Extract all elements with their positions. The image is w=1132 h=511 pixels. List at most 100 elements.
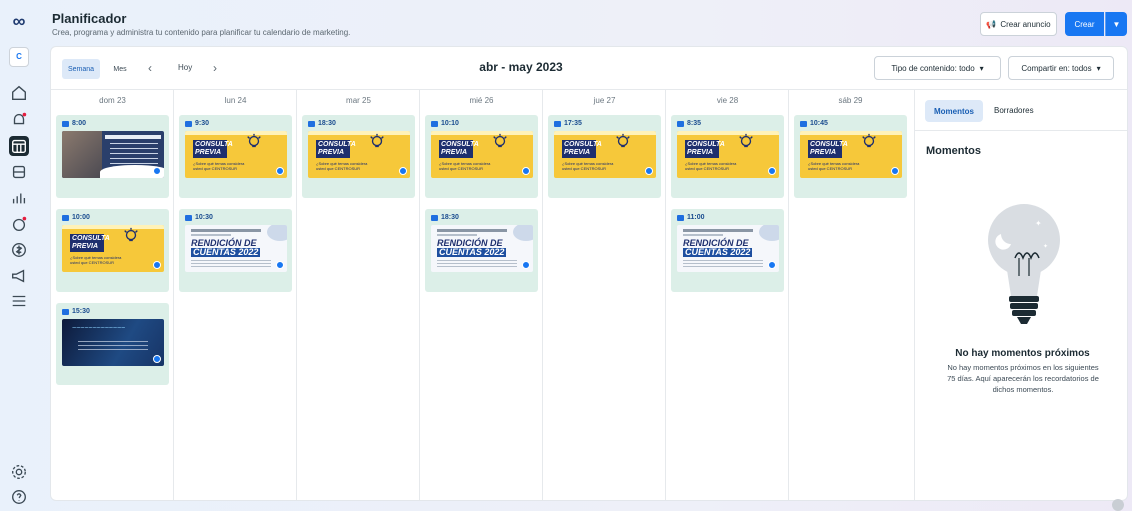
- facebook-icon: [522, 167, 530, 175]
- monetization-icon[interactable]: [9, 240, 29, 260]
- home-icon[interactable]: [9, 83, 29, 103]
- poster-caption: ¿Sobre qué temas considera usted que CEN…: [193, 161, 245, 171]
- menu-icon[interactable]: [9, 291, 29, 311]
- chevron-right-icon[interactable]: ›: [213, 61, 217, 75]
- lightbulb-icon: [124, 227, 138, 242]
- decor-shape: [759, 225, 779, 241]
- meta-logo-icon[interactable]: ∞: [9, 11, 29, 31]
- calendar-icon: [554, 120, 561, 127]
- calendar-icon: [185, 120, 192, 127]
- post-time: 10:30: [185, 214, 213, 221]
- scheduled-post-card[interactable]: 10:00 CONSULTA PREVIA ¿Sobre qué temas cons…: [56, 209, 169, 292]
- caret-down-icon: ▾: [979, 63, 984, 73]
- facebook-icon: [891, 167, 899, 175]
- scheduled-post-card[interactable]: 11:00 RENDICIÓN DE CUENTAS 2022: [671, 209, 784, 292]
- calendar-icon: [308, 120, 315, 127]
- megaphone-icon: 📢: [986, 19, 997, 29]
- facebook-icon: [153, 355, 161, 363]
- post-thumbnail: RENDICIÓN DE CUENTAS 2022: [431, 225, 533, 272]
- moments-panel: Momentos Borradores Momentos ✦ ✦ No hay …: [914, 89, 1127, 500]
- lightbulb-icon: [247, 133, 261, 148]
- scheduled-post-card[interactable]: 18:30 CONSULTA PREVIA ¿Sobre qué temas cons…: [302, 115, 415, 198]
- poster-script-line: ~~~~~~~~~~~~~: [72, 325, 126, 332]
- poster-line-2: PREVIA: [195, 149, 222, 156]
- post-thumbnail: RENDICIÓN DE CUENTAS 2022: [185, 225, 287, 272]
- calendar-icon: [431, 120, 438, 127]
- promote-icon[interactable]: [9, 266, 29, 286]
- chat-bubble-icon[interactable]: [1112, 499, 1124, 511]
- poster-details: [683, 260, 763, 268]
- post-time: 18:30: [431, 214, 459, 221]
- poster-heading-line: [105, 135, 161, 139]
- post-thumbnail: CONSULTA PREVIA ¿Sobre qué temas considera…: [62, 225, 164, 272]
- calendar-icon: [677, 120, 684, 127]
- poster-banner: CONSULTA PREVIA: [562, 140, 602, 158]
- post-time: 8:00: [62, 120, 86, 127]
- lightbulb-icon: [493, 133, 507, 148]
- view-month-button[interactable]: Mes: [104, 59, 136, 79]
- planner-panel: Semana Mes ‹ Hoy › abr - may 2023 Tipo d…: [50, 46, 1128, 501]
- day-header: jue 27: [593, 96, 616, 105]
- facebook-icon: [768, 261, 776, 269]
- poster-caption: ¿Sobre qué temas considera usted que CEN…: [562, 161, 614, 171]
- post-time-text: 8:35: [687, 120, 702, 127]
- scheduled-post-card[interactable]: 8:35 CONSULTA PREVIA ¿Sobre qué temas consi…: [671, 115, 784, 198]
- planner-toolbar: Semana Mes ‹ Hoy › abr - may 2023 Tipo d…: [51, 47, 1127, 89]
- scheduled-post-card[interactable]: 10:45 CONSULTA PREVIA ¿Sobre qué temas cons…: [794, 115, 907, 198]
- share-filter[interactable]: Compartir en: todos ▾: [1008, 56, 1114, 80]
- post-time: 9:30: [185, 120, 209, 127]
- tab-drafts[interactable]: Borradores: [994, 106, 1034, 115]
- poster-top-bar: [677, 131, 779, 135]
- poster-caption: ¿Sobre qué temas considera usted que CEN…: [70, 255, 122, 265]
- poster-line-2: PREVIA: [72, 243, 99, 250]
- chevron-left-icon[interactable]: ‹: [148, 61, 152, 75]
- poster-banner: CONSULTA PREVIA: [685, 140, 725, 158]
- week-grid: dom 23 lun 24 mar 25 mié 26 jue 27 vie 28 sáb …: [51, 89, 914, 500]
- post-time-text: 8:00: [72, 120, 87, 127]
- poster-banner: CONSULTA PREVIA: [316, 140, 356, 158]
- create-button[interactable]: Crear: [1065, 12, 1104, 36]
- ads-icon[interactable]: [9, 214, 29, 234]
- calendar-icon: [800, 120, 807, 127]
- post-thumbnail: CONSULTA PREVIA ¿Sobre qué temas considera…: [431, 131, 533, 178]
- divider: [915, 130, 1127, 131]
- post-thumbnail: CONSULTA PREVIA ¿Sobre qué temas considera…: [308, 131, 410, 178]
- post-thumbnail: ~~~~~~~~~~~~~: [62, 319, 164, 366]
- view-week-button[interactable]: Semana: [62, 59, 100, 79]
- scheduled-post-card[interactable]: 10:10 CONSULTA PREVIA ¿Sobre qué temas cons…: [425, 115, 538, 198]
- help-icon[interactable]: [9, 487, 29, 507]
- poster-caption: ¿Sobre qué temas considera usted que CEN…: [808, 161, 860, 171]
- post-time: 8:35: [677, 120, 701, 127]
- insights-icon[interactable]: [9, 188, 29, 208]
- chevron-down-icon: ▼: [1112, 19, 1121, 29]
- tab-moments[interactable]: Momentos: [925, 100, 983, 122]
- scheduled-post-card[interactable]: 10:30 RENDICIÓN DE CUENTAS 2022: [179, 209, 292, 292]
- today-button[interactable]: Hoy: [178, 63, 192, 72]
- scheduled-post-card[interactable]: 8:00: [56, 115, 169, 198]
- create-ad-button[interactable]: 📢 Crear anuncio: [980, 12, 1057, 36]
- settings-icon[interactable]: [9, 462, 29, 482]
- poster-top-bar: [185, 131, 287, 135]
- lightbulb-icon: [370, 133, 384, 148]
- poster-photo: [62, 131, 102, 178]
- poster-line-1: CONSULTA: [810, 141, 848, 148]
- poster-banner: CONSULTA PREVIA: [193, 140, 233, 158]
- scheduled-post-card[interactable]: 15:30 ~~~~~~~~~~~~~: [56, 303, 169, 385]
- notifications-icon[interactable]: [9, 110, 29, 130]
- lightbulb-icon: [739, 133, 753, 148]
- poster-details: [78, 341, 148, 351]
- calendar-icon: [677, 214, 684, 221]
- poster-heading-line: [437, 234, 477, 236]
- post-time: 10:10: [431, 120, 459, 127]
- scheduled-post-card[interactable]: 17:35 CONSULTA PREVIA ¿Sobre qué temas cons…: [548, 115, 661, 198]
- create-dropdown-button[interactable]: ▼: [1105, 12, 1127, 36]
- poster-line-2: PREVIA: [441, 149, 468, 156]
- planner-icon[interactable]: [9, 136, 29, 156]
- calendar-icon: [62, 308, 69, 315]
- content-icon[interactable]: [9, 162, 29, 182]
- scheduled-post-card[interactable]: 9:30 CONSULTA PREVIA ¿Sobre qué temas consi…: [179, 115, 292, 198]
- scheduled-post-card[interactable]: 18:30 RENDICIÓN DE CUENTAS 2022: [425, 209, 538, 292]
- post-time-text: 10:45: [810, 120, 828, 127]
- content-type-filter[interactable]: Tipo de contenido: todo ▾: [874, 56, 1001, 80]
- avatar[interactable]: C: [9, 47, 29, 67]
